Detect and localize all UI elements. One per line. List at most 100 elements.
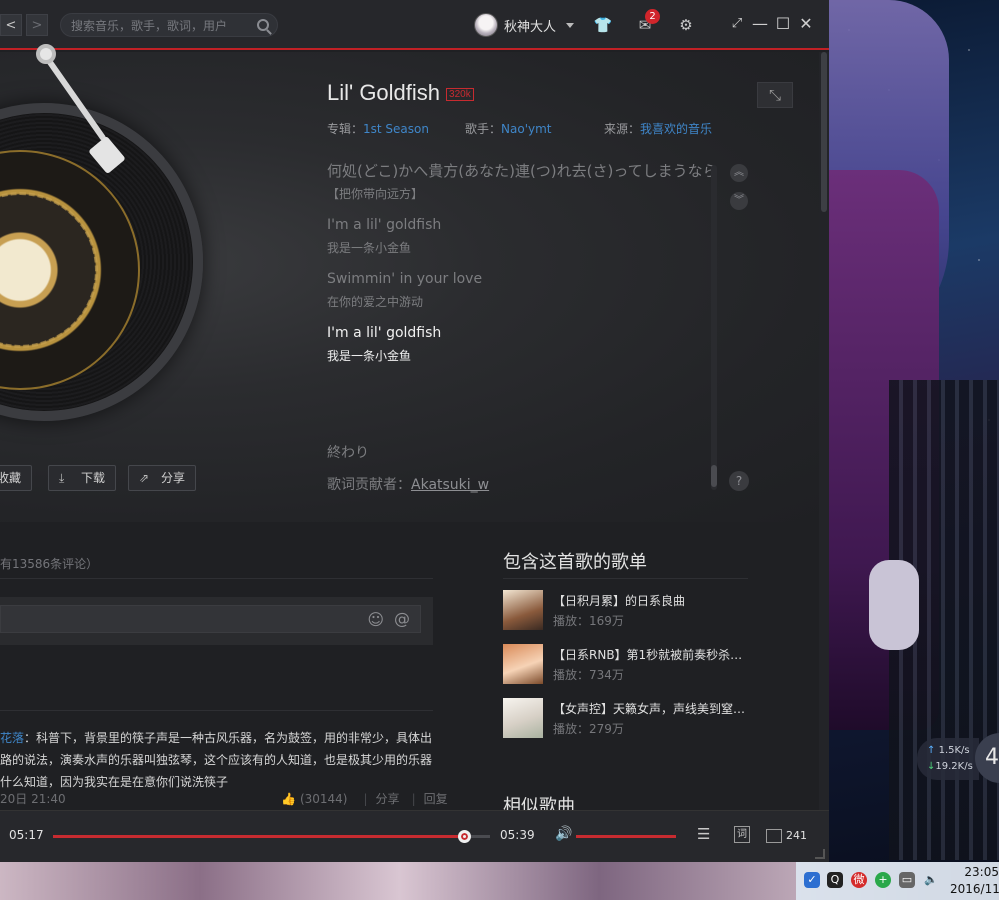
close-icon[interactable]: ✕ — [797, 14, 815, 34]
collect-button[interactable]: 收藏 — [0, 465, 33, 491]
queue-count: 241 — [786, 829, 807, 842]
shrink-icon: ⤡ — [768, 86, 781, 104]
search-placeholder: 搜索音乐，歌手，歌词，用户 — [71, 19, 228, 33]
album-link[interactable]: 1st Season — [363, 122, 429, 136]
volume-slider[interactable] — [576, 835, 676, 838]
artist-info: 歌手：Nao'ymt — [465, 122, 552, 136]
lyrics-scrollbar[interactable] — [711, 165, 717, 490]
comment-actions: 👍 (30144) | 分享 | 回复 — [281, 792, 448, 806]
lyrics-scroll-down-icon[interactable]: ︾ — [730, 192, 748, 210]
current-time: 05:17 — [9, 828, 44, 842]
qq-icon[interactable]: Q — [827, 872, 843, 888]
clock-date: 2016/11/ — [950, 882, 999, 896]
share-label: 分享 — [161, 471, 186, 485]
network-speed-widget: ↑ 1.5K/s ↓19.2K/s — [917, 738, 979, 780]
album-info: 专辑：1st Season — [327, 122, 429, 136]
lyric-line-current: I'm a lil' goldfish — [327, 325, 442, 341]
source-link[interactable]: 我喜欢的音乐 — [640, 122, 712, 136]
lyric-translation: 【把你带向远方】 — [327, 187, 424, 201]
lyric-line: 終わり — [327, 445, 369, 461]
thumbs-up-icon: 👍 — [281, 792, 296, 806]
download-icon: ⤓ — [59, 471, 65, 485]
back-button[interactable]: < — [0, 14, 22, 36]
song-title: Lil' Goldfish 320k — [327, 80, 474, 106]
play-mode-icon[interactable]: ☰ — [697, 825, 710, 843]
like-button[interactable]: 👍 (30144) — [281, 792, 352, 806]
lyric-line: Swimmin' in your love — [327, 271, 483, 287]
similar-songs-title: 相似歌曲 — [503, 796, 575, 810]
speaker-icon[interactable]: 🔈 — [923, 872, 939, 888]
help-icon[interactable]: ? — [729, 471, 749, 491]
playlist-thumbnail[interactable] — [503, 644, 543, 684]
mail-icon[interactable]: ✉ 2 — [635, 9, 660, 35]
user-menu[interactable]: 秋神大人 — [474, 13, 575, 37]
collapse-player-button[interactable]: ⤡ — [757, 82, 793, 108]
playlist-item[interactable]: 【日系RNB】第1秒就被前奏秒杀… 播放：734万 — [503, 644, 748, 684]
resize-grip[interactable] — [815, 849, 825, 859]
comment-user[interactable]: 花落 — [0, 731, 24, 745]
share-icon: ⇗ — [139, 471, 150, 485]
playlists-title: 包含这首歌的歌单 — [503, 552, 647, 573]
playlists-section: 包含这首歌的歌单 【日积月累】的日系良曲 播放：169万 【日系RNB】第1秒就… — [503, 548, 748, 738]
lyric-line: I'm a lil' goldfish — [327, 217, 442, 233]
emoji-icon[interactable]: ☺ — [367, 610, 384, 629]
lyric-line: 何処(どこ)かへ貴方(あなた)連(つ)れ去(さ)ってしまうなら — [327, 162, 718, 180]
chevron-down-icon[interactable] — [566, 22, 575, 28]
comment-share-button[interactable]: 分享 — [376, 792, 400, 806]
comment-input[interactable]: ☺ @ — [0, 605, 421, 633]
total-time: 05:39 — [500, 828, 535, 842]
progress-handle[interactable] — [458, 830, 472, 843]
user-name[interactable]: 秋神大人 — [504, 16, 556, 35]
lyric-translation-current: 我是一条小金鱼 — [327, 349, 412, 363]
volume-icon[interactable]: 🔊 — [555, 826, 572, 842]
taskbar-clock[interactable]: 23:05 2016/11/ — [950, 862, 999, 900]
skin-shirt-icon[interactable]: 👕 — [593, 15, 613, 35]
playlist-item[interactable]: 【女声控】天籁女声，声线美到窒… 播放：279万 — [503, 698, 748, 738]
progress-slider[interactable] — [53, 830, 490, 843]
upload-speed: 1.5K/s — [938, 745, 970, 756]
music-player-window: < > 搜索音乐，歌手，歌词，用户 秋神大人 👕 ✉ 2 ⚙ ⤢ — ☐ ✕ 收… — [0, 0, 829, 862]
collect-label: 收藏 — [0, 471, 22, 485]
forward-button[interactable]: > — [26, 14, 48, 36]
desktop-wallpaper — [829, 0, 999, 862]
minimize-icon[interactable]: — — [751, 14, 769, 34]
lyric-contributor: 歌词贡献者：Akatsuki_w — [327, 477, 490, 493]
mail-badge: 2 — [645, 9, 660, 24]
search-input[interactable]: 搜索音乐，歌手，歌词，用户 — [60, 13, 278, 37]
quality-badge: 320k — [446, 88, 474, 101]
playlist-icon — [766, 829, 782, 843]
title-bar: < > 搜索音乐，歌手，歌词，用户 秋神大人 👕 ✉ 2 ⚙ ⤢ — ☐ ✕ — [0, 0, 829, 50]
comment-time: 20日 21:40 — [0, 792, 66, 806]
lyric-translation: 我是一条小金鱼 — [327, 241, 412, 255]
clock-time: 23:05 — [964, 865, 999, 879]
tonearm-pivot — [36, 44, 56, 64]
download-speed: 19.2K/s — [935, 761, 973, 772]
playlist-thumbnail[interactable] — [503, 698, 543, 738]
lyric-toggle-button[interactable]: 词 — [734, 826, 750, 843]
weibo-icon[interactable]: 微 — [851, 872, 867, 888]
gear-icon[interactable]: ⚙ — [676, 15, 696, 35]
play-queue-button[interactable]: 241 — [766, 825, 807, 847]
mention-icon[interactable]: @ — [394, 609, 410, 628]
playlist-item[interactable]: 【日积月累】的日系良曲 播放：169万 — [503, 590, 748, 630]
share-button[interactable]: ⇗ 分享 — [128, 465, 197, 491]
avatar[interactable] — [474, 13, 498, 37]
contributor-link[interactable]: Akatsuki_w — [411, 477, 489, 493]
main-scrollbar[interactable] — [819, 52, 829, 810]
reply-button[interactable]: 回复 — [424, 792, 448, 806]
comment-body: 花落：科普下，背景里的筷子声是一种古风乐器，名为鼓签，用的非常少，具体出 路的说… — [0, 731, 433, 789]
lyrics-scroll-up-icon[interactable]: ︽ — [730, 164, 748, 182]
playback-bar: 05:17 05:39 🔊 ☰ 词 241 — [0, 810, 829, 862]
playlist-thumbnail[interactable] — [503, 590, 543, 630]
maximize-icon[interactable]: ☐ — [774, 14, 792, 34]
mini-mode-icon[interactable]: ⤢ — [728, 14, 746, 34]
search-icon[interactable] — [257, 19, 269, 31]
progress-fill — [53, 835, 465, 838]
comment-box: ☺ @ — [0, 597, 433, 645]
network-icon[interactable]: ▭ — [899, 872, 915, 888]
shield-icon[interactable]: ✓ — [804, 872, 820, 888]
artist-link[interactable]: Nao'ymt — [501, 122, 551, 136]
download-label: 下载 — [81, 471, 106, 485]
security-plus-icon[interactable]: + — [875, 872, 891, 888]
download-button[interactable]: ⤓ 下载 — [48, 465, 117, 491]
